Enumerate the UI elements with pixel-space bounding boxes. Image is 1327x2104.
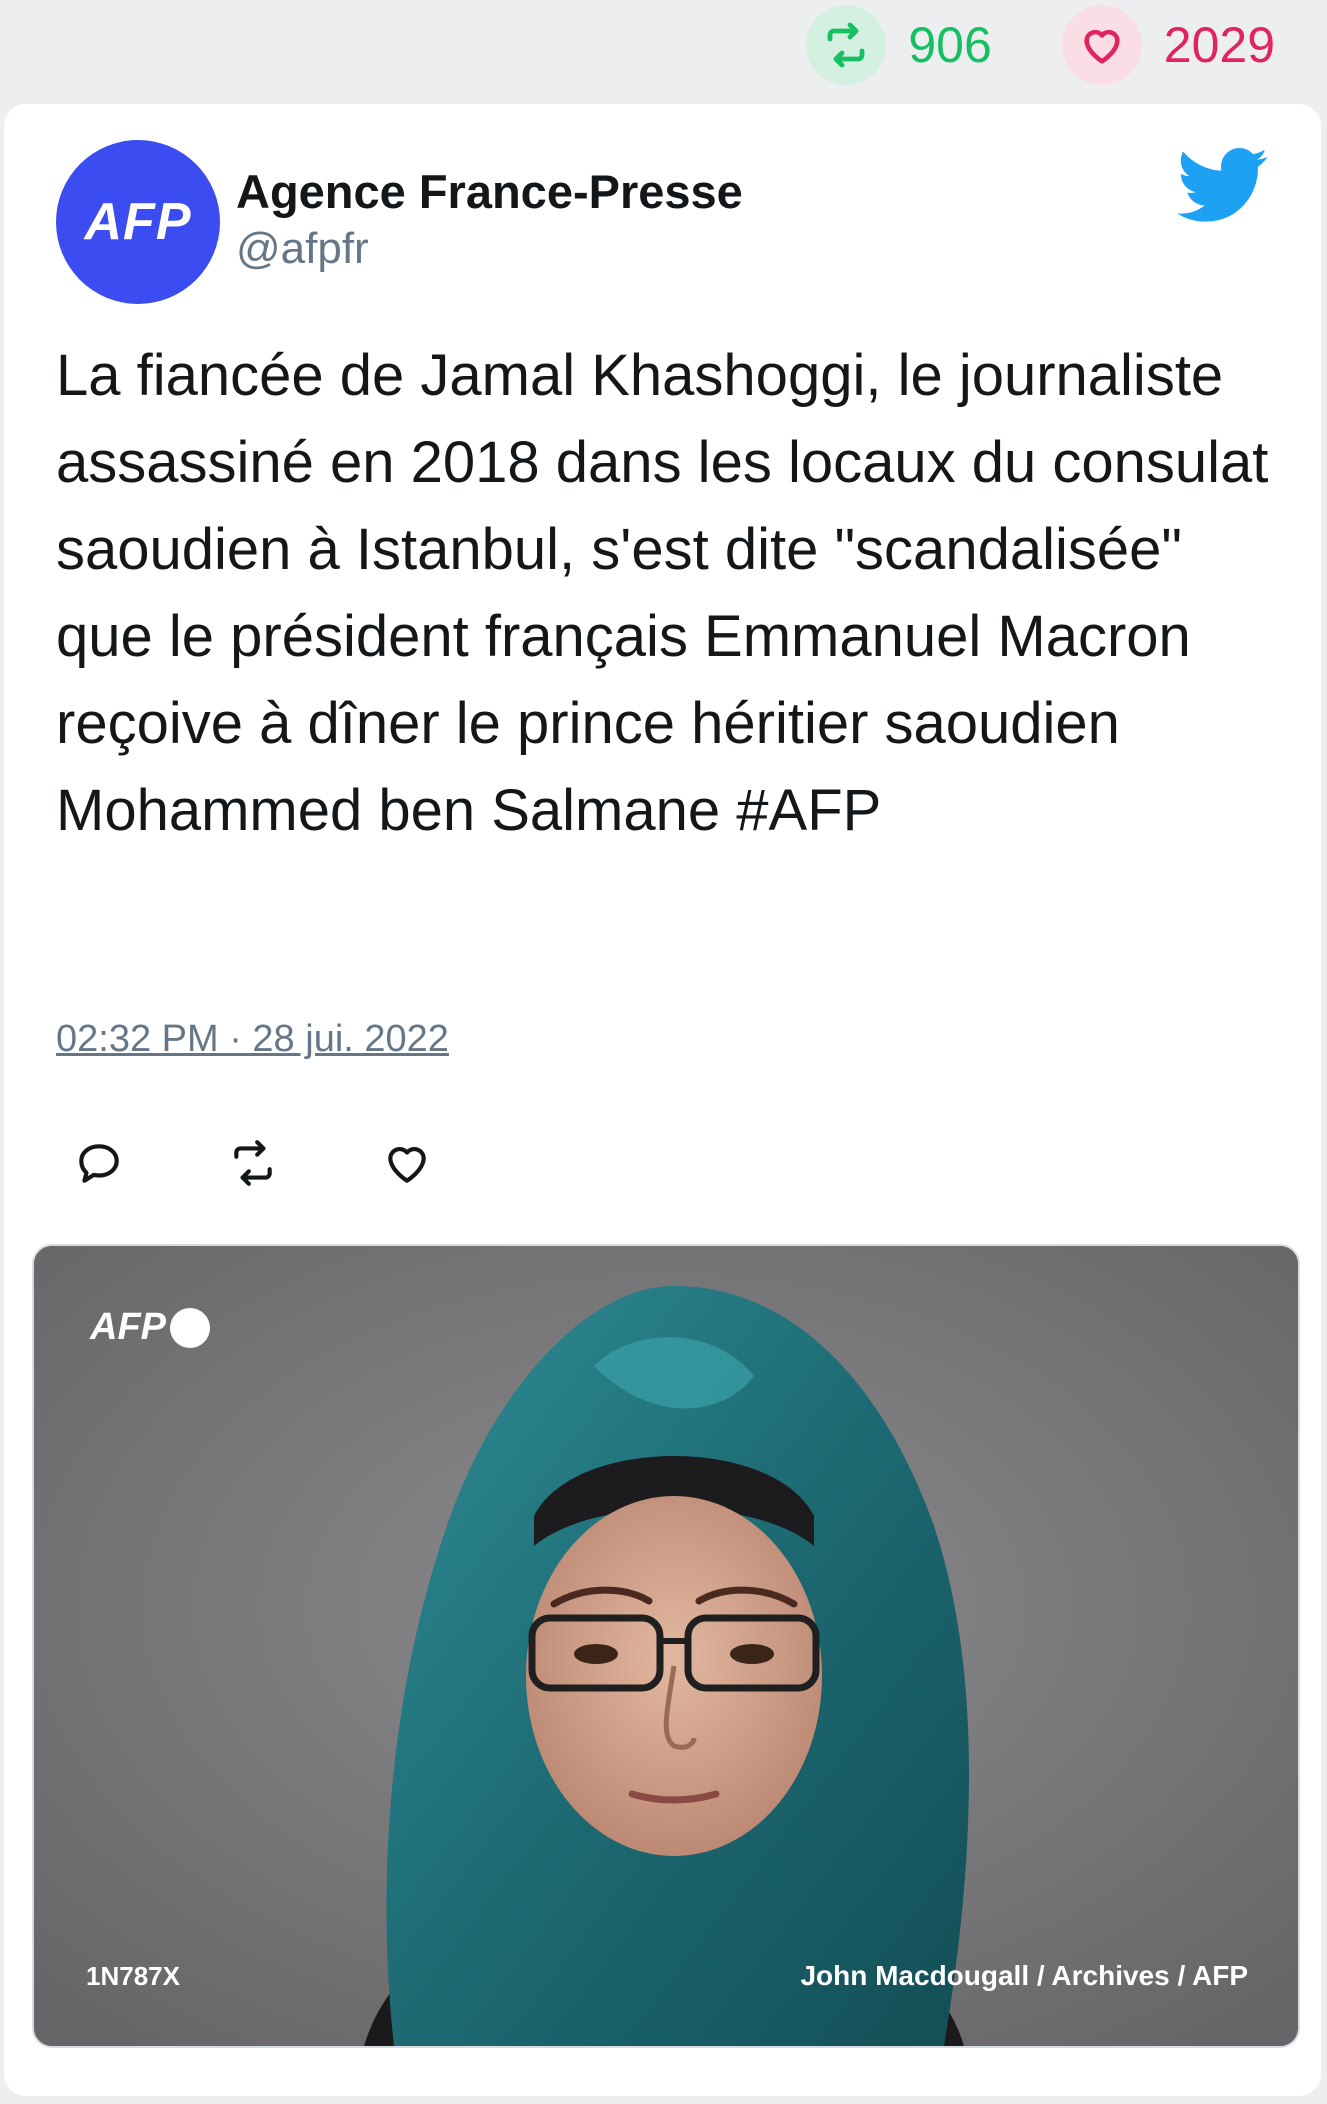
heart-icon <box>1061 5 1142 85</box>
author-handle[interactable]: @afpfr <box>236 224 369 274</box>
watermark-dot-icon <box>170 1307 210 1348</box>
like-stat[interactable]: 2029 <box>1061 5 1275 85</box>
afp-watermark: AFP <box>90 1306 210 1349</box>
author-name[interactable]: Agence France-Presse <box>236 164 743 219</box>
photo-id: 1N787X <box>86 1961 180 1991</box>
retweet-action-icon[interactable] <box>226 1136 280 1190</box>
reply-icon[interactable] <box>72 1136 126 1190</box>
tweet-photo[interactable]: AFP 1N787X John Macdougall / Archives / … <box>32 1244 1300 2048</box>
watermark-label: AFP <box>90 1306 166 1348</box>
tweet-card: AFP Agence France-Presse @afpfr La fianc… <box>4 104 1321 2096</box>
tweet-timestamp[interactable]: 02:32 PM · 28 jui. 2022 <box>56 1018 449 1061</box>
engagement-stats: 906 2029 <box>806 0 1327 90</box>
avatar-label: AFP <box>84 193 192 251</box>
photo-credit: John Macdougall / Archives / AFP <box>800 1960 1248 1991</box>
retweet-stat[interactable]: 906 <box>806 5 992 85</box>
retweet-icon <box>806 5 887 85</box>
avatar[interactable]: AFP <box>56 140 220 304</box>
tweet-actions <box>72 1136 434 1190</box>
like-action-icon[interactable] <box>380 1136 434 1190</box>
twitter-bird-icon[interactable] <box>1177 146 1269 226</box>
like-count: 2029 <box>1163 17 1275 73</box>
tweet-text: La fiancée de Jamal Khashoggi, le journa… <box>56 343 1269 843</box>
retweet-count: 906 <box>908 17 992 73</box>
photo-illustration <box>34 1246 1298 2046</box>
